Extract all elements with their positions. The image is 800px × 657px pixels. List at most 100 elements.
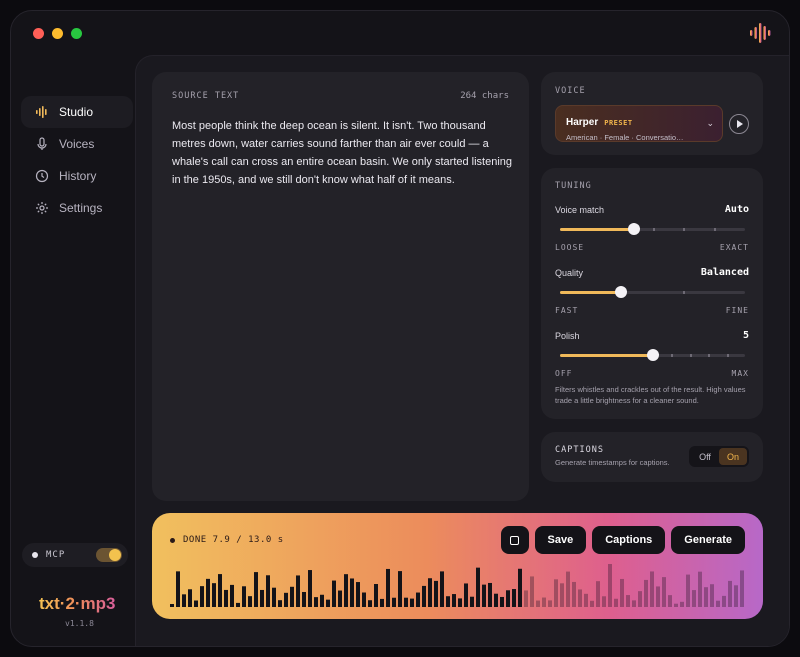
waveform-bar (728, 580, 732, 607)
slider-tick (652, 228, 655, 231)
slider-tick (671, 354, 673, 357)
chevron-down-icon: ⌄ (706, 118, 714, 128)
source-text-label: SOURCE TEXT (172, 91, 240, 101)
waveform-bar (662, 577, 666, 607)
microphone-icon (37, 137, 47, 150)
captions-off-option[interactable]: Off (691, 448, 719, 465)
clock-icon (35, 169, 49, 183)
minimize-window-button[interactable] (52, 28, 63, 39)
range-min-label: OFF (555, 369, 573, 378)
waveform-bar (716, 600, 720, 607)
sidebar-item-studio[interactable]: Studio (21, 96, 133, 128)
sidebar-item-label: Voices (59, 137, 95, 151)
save-button[interactable]: Save (534, 526, 587, 554)
generate-button[interactable]: Generate (671, 526, 745, 554)
captions-panel: CAPTIONS Generate timestamps for caption… (541, 432, 763, 482)
waveform-bar (176, 571, 180, 607)
waveform-bar (656, 586, 660, 607)
waveform-bar (530, 576, 534, 607)
mcp-toggle-row: MCP (22, 543, 128, 567)
waveform-bar (488, 582, 492, 607)
sidebar-item-voices[interactable]: Voices (21, 128, 133, 160)
slider-tick (689, 354, 692, 357)
status-text: DONE 7.9 / 13.0 s (183, 535, 284, 545)
waveform-bar (470, 596, 474, 607)
mcp-toggle[interactable] (96, 548, 122, 562)
waveform-bar (518, 568, 522, 607)
waveform-bar (620, 578, 624, 607)
source-text-area[interactable]: Most people think the deep ocean is sile… (172, 117, 517, 189)
waveform-bar (536, 600, 540, 607)
waveform-bar (308, 570, 312, 607)
voice-name: Harper (566, 117, 599, 128)
voice-match-range: LOOSE EXACT (555, 243, 749, 252)
source-text-panel[interactable]: SOURCE TEXT 264 chars Most people think … (152, 72, 529, 501)
waveform-bar (338, 590, 342, 607)
waveform-bar (278, 600, 282, 607)
waveform-bar (398, 571, 402, 607)
slider-fill (560, 354, 653, 357)
waveform-bar (404, 597, 408, 607)
sidebar-item-settings[interactable]: Settings (21, 192, 133, 224)
waveform-visualizer[interactable] (170, 563, 746, 607)
mcp-label: MCP (46, 550, 66, 560)
stop-button[interactable] (500, 526, 529, 554)
slider-knob[interactable] (646, 349, 659, 361)
waveform-bar (188, 589, 192, 607)
waveform-bar (182, 594, 186, 607)
waveform-bar (506, 590, 510, 607)
window-controls (33, 28, 82, 39)
quality-slider[interactable] (560, 286, 745, 298)
waveform-bar (362, 592, 366, 607)
waveform-bar (440, 571, 444, 607)
sidebar-nav: Studio Voices History Settings (21, 96, 133, 224)
waveform-bar (428, 578, 432, 607)
waveform-bar (452, 594, 456, 607)
captions-button[interactable]: Captions (592, 526, 666, 554)
waveform-bar (326, 599, 330, 607)
stop-icon (510, 535, 520, 545)
slider-knob[interactable] (628, 223, 640, 235)
waveform-bar (638, 591, 642, 607)
slider-fill (560, 291, 622, 294)
waveform-bar (410, 598, 414, 607)
preset-badge: PRESET (604, 119, 633, 127)
waveform-bar (494, 593, 498, 607)
sidebar-item-label: Settings (59, 201, 103, 215)
close-window-button[interactable] (33, 28, 44, 39)
playback-status: DONE 7.9 / 13.0 s (170, 535, 284, 545)
sidebar: Studio Voices History Settings MCP (11, 55, 135, 646)
captions-on-option[interactable]: On (719, 448, 747, 465)
voice-selector[interactable]: Harper PRESET American · Female · Convers… (555, 105, 723, 142)
voice-match-slider[interactable] (560, 223, 745, 235)
voice-match-value: Auto (724, 204, 749, 215)
sidebar-item-label: Studio (59, 105, 94, 119)
quality-value: Balanced (700, 267, 749, 278)
waveform-bar (722, 595, 726, 607)
waveform-bar (284, 592, 288, 607)
waveform-bar (650, 571, 654, 607)
waveform-bar (320, 594, 324, 607)
waveform-bar (512, 589, 516, 607)
waveform-bar (350, 578, 354, 607)
waveform-bar (542, 597, 546, 607)
range-max-label: EXACT (719, 243, 749, 252)
app-version: v1.1.8 (65, 619, 94, 628)
sidebar-item-history[interactable]: History (21, 160, 133, 192)
slider-knob[interactable] (615, 286, 628, 298)
waveform-bar (434, 580, 438, 607)
voice-description: American · Female · Conversatio… (566, 133, 684, 142)
maximize-window-button[interactable] (71, 28, 82, 39)
range-max-label: MAX (731, 369, 749, 378)
polish-slider[interactable] (560, 349, 745, 361)
waveform-bar (560, 583, 564, 607)
slider-tick (714, 228, 717, 231)
waveform-bar (260, 589, 264, 607)
play-preview-button[interactable] (729, 114, 749, 134)
waveform-bar (596, 581, 600, 607)
waveform-bar (476, 567, 480, 607)
waveform-bar (344, 574, 348, 607)
range-max-label: FINE (725, 306, 749, 315)
waveform-bar (632, 600, 636, 607)
waveform-bar (422, 585, 426, 607)
